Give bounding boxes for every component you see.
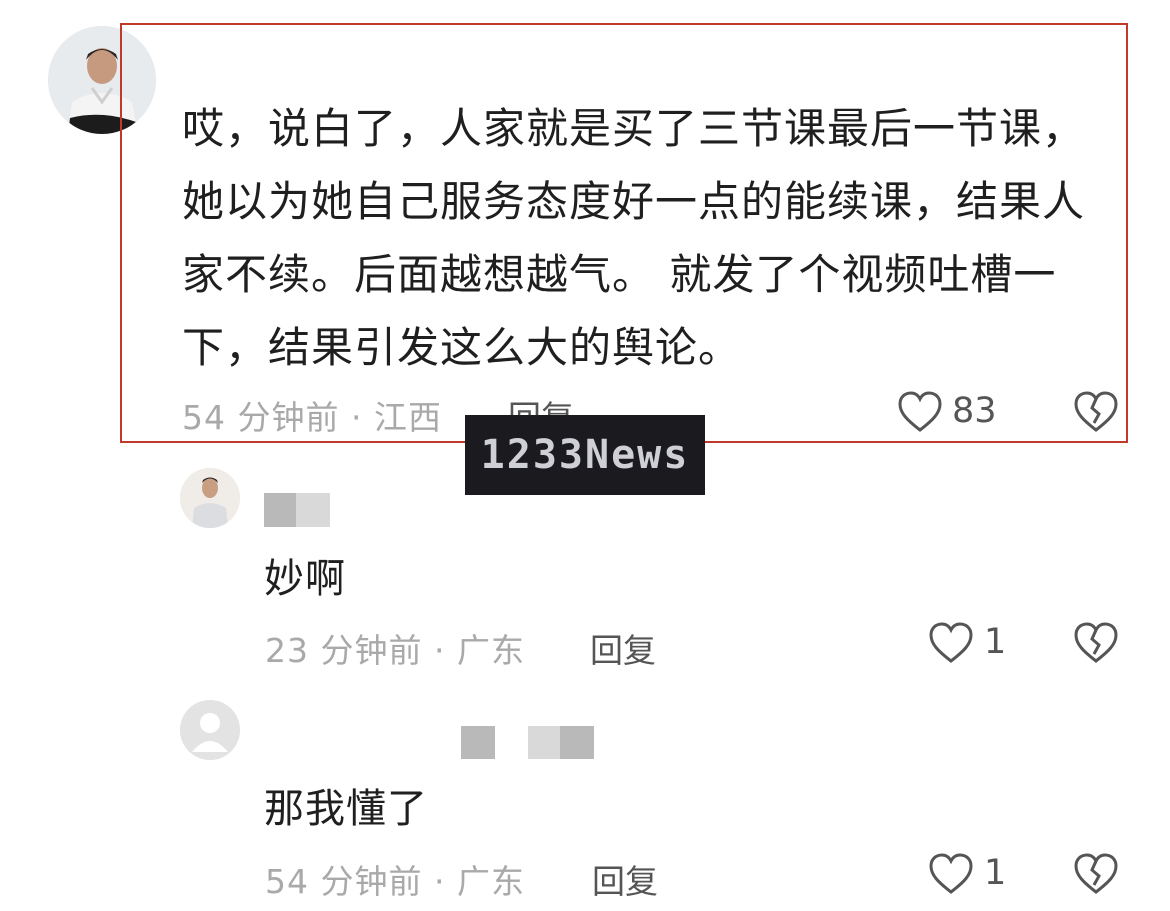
- broken-heart-icon: [1074, 622, 1118, 663]
- username-redacted: [264, 493, 296, 527]
- reply-avatar[interactable]: [180, 468, 240, 528]
- dislike-button[interactable]: [1073, 390, 1119, 434]
- reply-time-location: 54 分钟前 · 广东: [265, 862, 525, 901]
- heart-icon: [898, 391, 942, 432]
- watermark-logo: 1233News: [465, 415, 705, 495]
- reply-button[interactable]: 回复: [590, 624, 656, 672]
- reply-time-location: 23 分钟前 · 广东: [265, 631, 525, 670]
- default-user-icon: [180, 700, 240, 760]
- like-button[interactable]: [928, 621, 974, 665]
- dislike-button[interactable]: [1073, 852, 1119, 896]
- reply-text: 那我懂了: [264, 786, 428, 832]
- reply-like-count: 1: [984, 853, 1007, 893]
- reply-text: 妙啊: [264, 556, 346, 602]
- dislike-button[interactable]: [1073, 621, 1119, 665]
- main-comment-like-count: 83: [952, 391, 997, 431]
- reply-button[interactable]: 回复: [592, 855, 658, 903]
- main-comment-time-location: 54 分钟前 · 江西: [182, 398, 442, 437]
- reply-avatar[interactable]: [180, 700, 240, 760]
- user-photo-icon: [180, 468, 240, 528]
- broken-heart-icon: [1074, 853, 1118, 894]
- heart-icon: [929, 853, 973, 894]
- username-redacted: [461, 726, 495, 759]
- username-redacted: [560, 726, 594, 759]
- like-button[interactable]: [928, 852, 974, 896]
- reply-like-count: 1: [984, 622, 1007, 662]
- like-button[interactable]: [897, 390, 943, 434]
- broken-heart-icon: [1074, 391, 1118, 432]
- username-redacted: [528, 726, 560, 759]
- main-comment-text: 哎，说白了，人家就是买了三节课最后一节课，她以为她自己服务态度好一点的能续课，结…: [182, 104, 1086, 372]
- heart-icon: [929, 622, 973, 663]
- username-redacted: [296, 493, 330, 527]
